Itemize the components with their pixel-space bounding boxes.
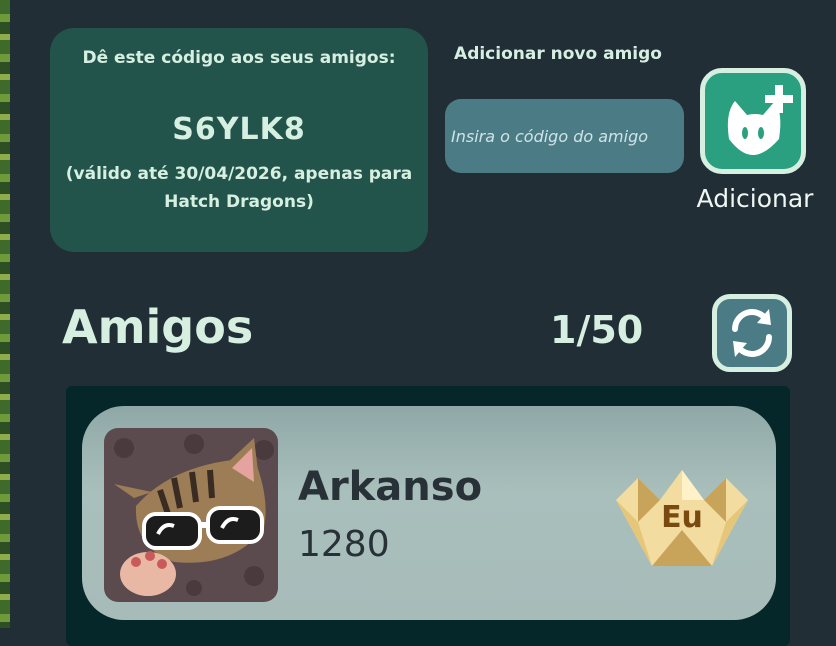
add-friend-label: Adicionar [696,184,814,213]
me-badge: Eu [616,470,748,566]
friend-code-input[interactable] [445,99,684,173]
share-caption: Dê este código aos seus amigos: [82,48,396,68]
friends-heading: Amigos [62,300,254,354]
refresh-button[interactable] [712,294,792,372]
friend-name: Arkanso [298,464,483,510]
me-badge-label: Eu [661,500,703,535]
add-friend-title: Adicionar novo amigo [454,44,662,64]
add-friend-cat-icon [727,85,793,155]
friends-count: 1/50 [550,308,644,352]
refresh-icon [732,309,772,357]
friend-list-item[interactable]: Arkanso 1280 Eu [82,406,776,620]
friend-code-card: Dê este código aos seus amigos: S6YLK8 (… [50,28,428,252]
friend-avatar [104,428,278,602]
add-friend-button[interactable] [700,68,806,174]
cat-with-sunglasses-avatar [104,428,278,602]
friend-code: S6YLK8 [172,112,306,147]
friend-score: 1280 [298,524,390,565]
code-validity-note: (válido até 30/04/2026, apenas para Hatc… [65,164,413,212]
background-foliage [0,0,10,628]
